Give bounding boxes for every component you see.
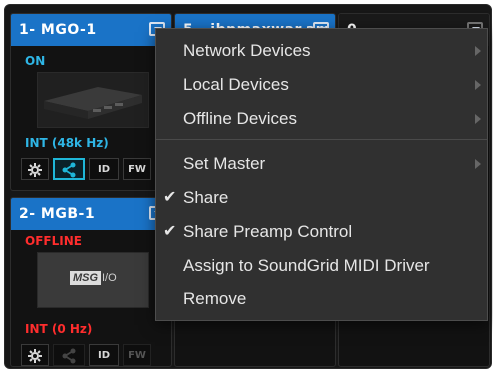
device-card-header[interactable]: 2- MGB-1: [11, 198, 171, 230]
menu-item-share[interactable]: ✔ Share: [156, 182, 487, 214]
menu-item-local-devices[interactable]: Local Devices: [156, 69, 487, 101]
device-name: 2- MGB-1: [19, 206, 96, 222]
menu-item-label: Share Preamp Control: [183, 222, 353, 241]
msg-logo: MSG: [70, 271, 102, 285]
device-name: 1- MGO-1: [19, 22, 97, 38]
checkmark-icon: ✔: [163, 223, 177, 240]
submenu-arrow-icon: [475, 159, 481, 169]
io-label: I/O: [102, 272, 117, 284]
screenshot-frame: 1- MGO-1 ON INT (48k Hz) M: [0, 0, 493, 371]
device-card-mgb-1[interactable]: 2- MGB-1 OFFLINE MSG I/O INT (0 Hz) ID F…: [10, 197, 172, 367]
device-image: MSG I/O: [37, 252, 149, 308]
share-button[interactable]: [53, 344, 85, 366]
mgo-hardware-image: [38, 73, 148, 127]
submenu-arrow-icon: [475, 46, 481, 56]
device-image: [37, 72, 149, 128]
submenu-arrow-icon: [475, 114, 481, 124]
checkmark-icon: ✔: [163, 189, 177, 206]
menu-item-label: Network Devices: [183, 41, 311, 60]
fw-button[interactable]: FW: [123, 158, 151, 180]
menu-item-label: Offline Devices: [183, 109, 298, 128]
menu-item-set-master[interactable]: Set Master: [156, 148, 487, 180]
menu-item-share-preamp-control[interactable]: ✔ Share Preamp Control: [156, 216, 487, 248]
device-context-menu[interactable]: Network Devices Local Devices Offline De…: [155, 28, 488, 321]
submenu-arrow-icon: [475, 80, 481, 90]
id-button[interactable]: ID: [89, 344, 119, 366]
status-label: OFFLINE: [25, 234, 82, 248]
menu-item-assign-midi-driver[interactable]: Assign to SoundGrid MIDI Driver: [156, 250, 487, 282]
id-button[interactable]: ID: [89, 158, 119, 180]
menu-item-network-devices[interactable]: Network Devices: [156, 35, 487, 67]
settings-button[interactable]: [21, 344, 49, 366]
share-button[interactable]: [53, 158, 85, 180]
settings-button[interactable]: [21, 158, 49, 180]
fw-button[interactable]: FW: [123, 344, 151, 366]
device-card-mgo-1[interactable]: 1- MGO-1 ON INT (48k Hz) M: [10, 13, 172, 191]
status-label: ON: [25, 54, 46, 68]
clock-label: INT (0 Hz): [25, 322, 93, 336]
menu-item-label: Assign to SoundGrid MIDI Driver: [183, 256, 430, 275]
share-icon: [62, 162, 76, 178]
gear-icon: [28, 163, 42, 177]
menu-item-label: Set Master: [183, 154, 266, 173]
menu-separator: [156, 139, 487, 140]
menu-item-label: Local Devices: [183, 75, 289, 94]
menu-item-remove[interactable]: Remove: [156, 283, 487, 315]
menu-item-label: Remove: [183, 289, 247, 308]
clock-label: INT (48k Hz): [25, 136, 109, 150]
menu-item-label: Share: [183, 188, 229, 207]
gear-icon: [28, 349, 42, 363]
menu-item-offline-devices[interactable]: Offline Devices: [156, 103, 487, 135]
share-icon: [62, 348, 76, 364]
device-card-header[interactable]: 1- MGO-1: [11, 14, 171, 46]
